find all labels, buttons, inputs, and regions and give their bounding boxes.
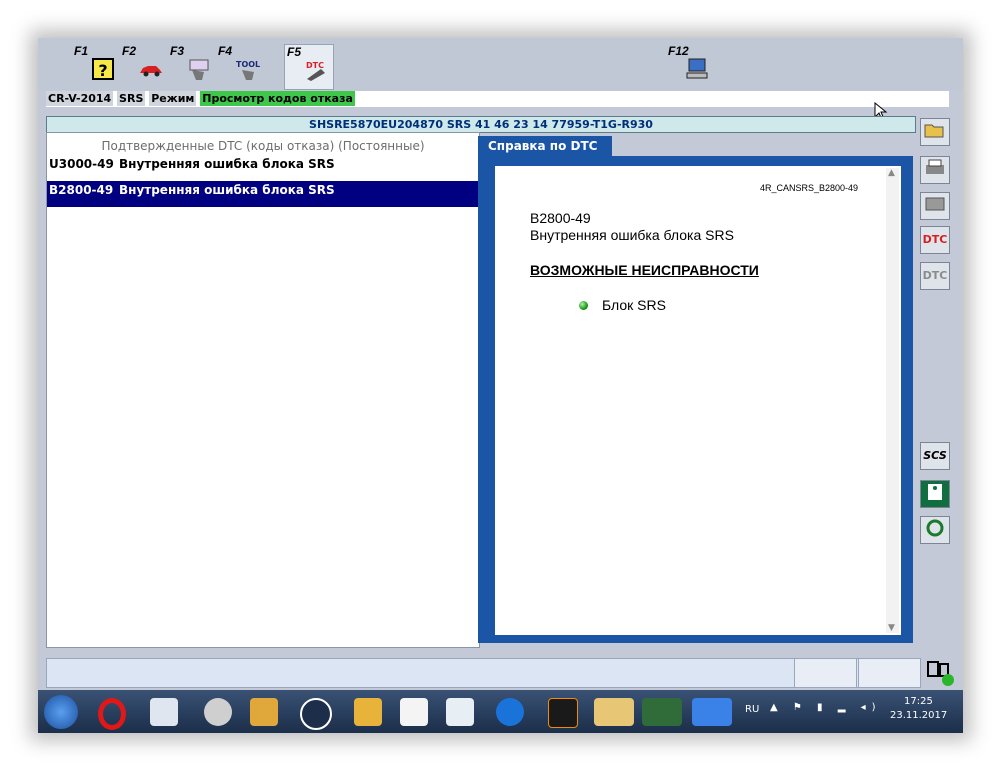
app-icon[interactable] xyxy=(400,698,428,726)
f5-button[interactable]: F5 DTC xyxy=(284,44,334,90)
film-icon xyxy=(925,197,945,211)
f1-label: F1 xyxy=(74,44,89,58)
dtc-code: U3000-49 xyxy=(49,157,114,171)
opera-icon[interactable] xyxy=(98,698,126,730)
dtc-description: Внутренняя ошибка блока SRS xyxy=(119,157,335,171)
view-mode-tag: Просмотр кодов отказа xyxy=(200,91,355,106)
f2-button[interactable]: F2 xyxy=(120,44,168,88)
f4-button[interactable]: F4 TOOL xyxy=(216,44,264,88)
status-bar xyxy=(46,658,921,688)
f12-button[interactable]: F12 xyxy=(666,44,714,88)
scs-button[interactable]: SCS xyxy=(920,442,950,470)
dtc-erase-button[interactable]: DTC xyxy=(920,226,950,254)
ie-icon[interactable] xyxy=(692,698,732,726)
dtc-list-panel: Подтвержденные DTC (коды отказа) (Постоя… xyxy=(46,132,480,648)
green-bullet-icon xyxy=(579,301,588,310)
status-cell xyxy=(858,658,921,688)
computer-icon xyxy=(686,58,708,79)
f5-icon-text: DTC xyxy=(306,61,324,70)
explorer-icon[interactable] xyxy=(594,698,634,726)
refresh-icon xyxy=(926,519,944,537)
dtc-row[interactable]: U3000-49 Внутренняя ошибка блока SRS xyxy=(47,155,479,181)
cause-item: Блок SRS xyxy=(602,297,666,313)
help-icon: ? xyxy=(92,58,114,80)
app-icon[interactable] xyxy=(250,698,278,726)
app-icon[interactable] xyxy=(204,698,232,726)
svg-text:?: ? xyxy=(98,61,107,80)
app-icon[interactable] xyxy=(300,698,332,730)
f3-button[interactable]: F3 xyxy=(168,44,216,88)
teamviewer-icon[interactable] xyxy=(496,698,524,726)
system-tag: SRS xyxy=(117,91,146,106)
dtc-disabled-button[interactable]: DTC xyxy=(920,262,950,290)
f2-label: F2 xyxy=(122,44,137,58)
clock-date[interactable]: 23.11.2017 xyxy=(890,710,947,721)
app-icon[interactable] xyxy=(642,698,682,726)
svg-text:TOOL: TOOL xyxy=(236,60,260,69)
app-window: F1 ? F2 F3 F4 TOOL F5 DTC F12 CR-V-2014 … xyxy=(38,38,963,733)
doc-id: 4R_CANSRS_B2800-49 xyxy=(760,183,859,193)
vin-bar: SHSRE5870EU204870 SRS 41 46 23 14 77959-… xyxy=(46,116,916,133)
start-button[interactable] xyxy=(44,695,78,729)
status-cell xyxy=(794,658,857,688)
app-icon[interactable] xyxy=(548,698,578,728)
printer-icon xyxy=(926,159,944,174)
dtc-code: B2800-49 xyxy=(49,183,114,197)
mode-label: Режим xyxy=(149,91,197,106)
clock-time[interactable]: 17:25 xyxy=(904,696,933,707)
doc-heading: ВОЗМОЖНЫЕ НЕИСПРАВНОСТИ xyxy=(530,262,759,278)
scroll-up-icon[interactable]: ▲ xyxy=(888,168,895,178)
exit-button[interactable] xyxy=(920,480,950,508)
app-icon[interactable] xyxy=(150,698,178,726)
open-folder-button[interactable] xyxy=(920,118,950,146)
refresh-button[interactable] xyxy=(920,516,950,544)
dtc-icon: DTC xyxy=(306,61,325,81)
tool-icon: TOOL xyxy=(236,60,260,80)
function-key-toolbar: F1 ? F2 F3 F4 TOOL F5 DTC F12 xyxy=(38,38,963,90)
model-tag: CR-V-2014 xyxy=(46,91,114,106)
f4-label: F4 xyxy=(218,44,233,58)
f1-button[interactable]: F1 ? xyxy=(72,44,120,88)
app-icon[interactable] xyxy=(446,698,474,726)
help-scrollbar[interactable]: ▲ ▼ xyxy=(886,168,899,633)
dtc-row-selected[interactable]: B2800-49 Внутренняя ошибка блока SRS xyxy=(47,181,479,207)
tray-icons[interactable]: ▲ ⚑ ▮ ▂ ◂) xyxy=(770,702,881,713)
tool-hand-icon xyxy=(189,59,209,80)
car-icon xyxy=(140,66,162,77)
mode-bar: CR-V-2014 SRS Режим Просмотр кодов отказ… xyxy=(46,91,949,107)
doc-code: B2800-49 xyxy=(530,210,591,226)
folder-icon xyxy=(924,124,944,138)
scroll-down-icon[interactable]: ▼ xyxy=(888,623,895,633)
dtc-list-header: Подтвержденные DTC (коды отказа) (Постоя… xyxy=(101,139,425,153)
f3-label: F3 xyxy=(170,44,185,58)
print-button[interactable] xyxy=(920,156,950,184)
f5-label: F5 xyxy=(287,45,302,59)
film-button[interactable] xyxy=(920,192,950,220)
doc-description: Внутренняя ошибка блока SRS xyxy=(530,227,734,243)
lang-indicator[interactable]: RU xyxy=(745,704,759,715)
connection-icon xyxy=(927,661,954,686)
app-icon[interactable] xyxy=(354,698,382,726)
exit-icon xyxy=(928,484,942,500)
tab-dtc-help[interactable]: Справка по DTC xyxy=(478,136,612,156)
dtc-description: Внутренняя ошибка блока SRS xyxy=(119,183,335,197)
